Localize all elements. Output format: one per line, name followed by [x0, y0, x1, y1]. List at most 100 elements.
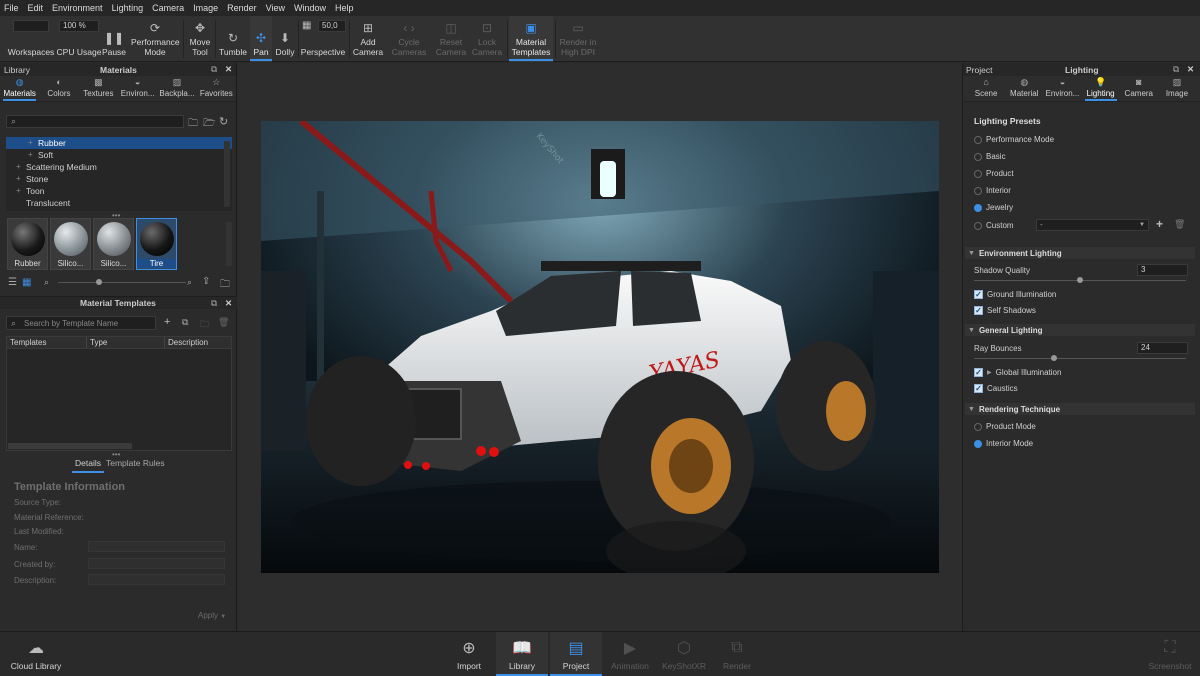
refresh-icon[interactable]: ↻: [219, 115, 228, 128]
ray-bounces-input[interactable]: 24: [1137, 342, 1188, 354]
global-illumination-checkbox[interactable]: ✓ ▶ Global Illumination: [974, 368, 1061, 377]
menu-window[interactable]: Window: [294, 3, 326, 13]
radio-button[interactable]: [974, 439, 982, 448]
import-button[interactable]: ⊕ Import: [448, 632, 490, 676]
general-lighting-section[interactable]: ▼ General Lighting: [965, 324, 1195, 336]
tree-item-rubber[interactable]: + Rubber: [6, 137, 232, 149]
folder-icon[interactable]: 🗀: [220, 277, 230, 294]
description-field[interactable]: [88, 574, 225, 585]
checkbox-checked[interactable]: ✓: [974, 306, 983, 315]
template-search-input[interactable]: ⌕ Search by Template Name: [6, 316, 156, 330]
tree-item-stone[interactable]: + Stone: [6, 173, 232, 185]
tab-details[interactable]: Details: [72, 458, 104, 473]
material-templates-button[interactable]: ▣ Material Templates: [509, 16, 553, 62]
radio-button[interactable]: [974, 135, 982, 144]
preset-interior[interactable]: Interior: [974, 186, 1011, 195]
name-field[interactable]: [88, 541, 225, 552]
duplicate-icon[interactable]: ⧉: [182, 317, 188, 328]
reset-camera-button[interactable]: ◫ Reset Camera: [433, 16, 469, 62]
workspaces-button[interactable]: Workspaces: [6, 16, 56, 62]
dolly-button[interactable]: ⬇ Dolly: [273, 16, 297, 62]
menu-render[interactable]: Render: [227, 3, 257, 13]
menu-edit[interactable]: Edit: [28, 3, 44, 13]
preset-jewelry[interactable]: Jewelry: [974, 203, 1013, 212]
column-header-templates[interactable]: Templates: [7, 337, 87, 348]
radio-button[interactable]: [974, 186, 982, 195]
lock-camera-button[interactable]: ⊡ Lock Camera: [470, 16, 504, 62]
zoom-out-icon[interactable]: ⌕: [44, 277, 49, 288]
ground-illumination-checkbox[interactable]: ✓ Ground Illumination: [974, 290, 1056, 299]
menu-image[interactable]: Image: [193, 3, 218, 13]
tab-material[interactable]: ◍ Material: [1005, 76, 1043, 101]
material-thumbnail-rubber[interactable]: Rubber: [7, 218, 48, 270]
preset-product[interactable]: Product: [974, 169, 1014, 178]
tab-camera[interactable]: ◙ Camera: [1120, 76, 1158, 101]
project-button[interactable]: ▤ Project: [550, 632, 602, 676]
tree-scrollbar[interactable]: [224, 141, 230, 207]
render-button[interactable]: ⧉ Render: [714, 632, 760, 676]
checkbox-checked[interactable]: ✓: [974, 384, 983, 393]
slider-knob[interactable]: [1077, 277, 1083, 283]
pause-button[interactable]: ❚❚ Pause: [101, 16, 127, 62]
thumbnail-scrollbar[interactable]: [226, 222, 232, 266]
column-header-description[interactable]: Description: [165, 337, 231, 348]
performance-mode-button[interactable]: ⟳ Performance Mode: [129, 16, 181, 62]
technique-interior-mode[interactable]: Interior Mode: [974, 439, 1033, 448]
menu-environment[interactable]: Environment: [52, 3, 103, 13]
menu-camera[interactable]: Camera: [152, 3, 184, 13]
menu-lighting[interactable]: Lighting: [112, 3, 144, 13]
upload-icon[interactable]: ⇪: [202, 276, 210, 287]
radio-button[interactable]: [974, 152, 982, 161]
tab-materials[interactable]: ◍ Materials: [0, 76, 39, 101]
close-icon[interactable]: ✕: [225, 64, 232, 75]
self-shadows-checkbox[interactable]: ✓ Self Shadows: [974, 306, 1036, 315]
trash-icon[interactable]: 🗑: [1174, 219, 1185, 230]
chevron-right-icon[interactable]: ▶: [987, 369, 992, 376]
screenshot-button[interactable]: ⛶ Screenshot: [1146, 632, 1194, 676]
zoom-in-icon[interactable]: ⌕: [187, 277, 192, 288]
column-header-type[interactable]: Type: [87, 337, 165, 348]
undock-icon[interactable]: ⧉: [1173, 64, 1179, 75]
caustics-checkbox[interactable]: ✓ Caustics: [974, 384, 1018, 393]
preset-custom[interactable]: Custom: [974, 221, 1014, 230]
tumble-button[interactable]: ↻ Tumble: [217, 16, 249, 62]
table-horizontal-scrollbar[interactable]: [8, 443, 132, 449]
cpu-usage-button[interactable]: CPU Usage: [56, 16, 102, 62]
radio-button[interactable]: [974, 422, 982, 431]
tab-environment[interactable]: ◒ Environ...: [1043, 76, 1081, 101]
tree-item-scattering-medium[interactable]: + Scattering Medium: [6, 161, 232, 173]
undock-icon[interactable]: ⧉: [211, 298, 217, 309]
menu-view[interactable]: View: [266, 3, 285, 13]
radio-button[interactable]: [974, 221, 982, 230]
render-high-dpi-button[interactable]: ▭ Render in High DPI: [557, 16, 599, 62]
material-thumbnail-tire[interactable]: Tire: [136, 218, 177, 270]
slider-knob[interactable]: [1051, 355, 1057, 361]
tree-item-translucent[interactable]: Translucent: [6, 197, 232, 209]
cloud-library-button[interactable]: ☁ Cloud Library: [6, 632, 66, 676]
environment-lighting-section[interactable]: ▼ Environment Lighting: [965, 247, 1195, 259]
radio-button[interactable]: [974, 169, 982, 178]
checkbox-checked[interactable]: ✓: [974, 368, 983, 377]
thumbnail-size-slider[interactable]: [58, 282, 186, 283]
grid-view-icon[interactable]: ▦: [22, 277, 31, 288]
tab-lighting[interactable]: 💡 Lighting: [1082, 76, 1120, 101]
ray-bounces-slider[interactable]: [974, 358, 1186, 359]
rendering-technique-section[interactable]: ▼ Rendering Technique: [965, 403, 1195, 415]
tab-favorites[interactable]: ☆ Favorites: [197, 76, 236, 101]
technique-product-mode[interactable]: Product Mode: [974, 422, 1036, 431]
undock-icon[interactable]: ⧉: [211, 64, 217, 75]
folder-icon[interactable]: 🗀: [200, 317, 209, 333]
preset-performance-mode[interactable]: Performance Mode: [974, 135, 1054, 144]
shadow-quality-input[interactable]: 3: [1137, 264, 1188, 276]
apply-button[interactable]: Apply ▼: [198, 611, 226, 620]
trash-icon[interactable]: 🗑: [218, 317, 229, 328]
library-button[interactable]: 📖 Library: [496, 632, 548, 676]
perspective-button[interactable]: Perspective: [300, 16, 346, 62]
tab-environments[interactable]: ◒ Environ...: [118, 76, 157, 101]
tab-colors[interactable]: ◐ Colors: [39, 76, 78, 101]
checkbox-checked[interactable]: ✓: [974, 290, 983, 299]
tab-image[interactable]: ▨ Image: [1158, 76, 1196, 101]
move-tool-button[interactable]: ✥ Move Tool: [186, 16, 214, 62]
menu-help[interactable]: Help: [335, 3, 354, 13]
material-thumbnail-silicone-2[interactable]: Silico...: [93, 218, 134, 270]
